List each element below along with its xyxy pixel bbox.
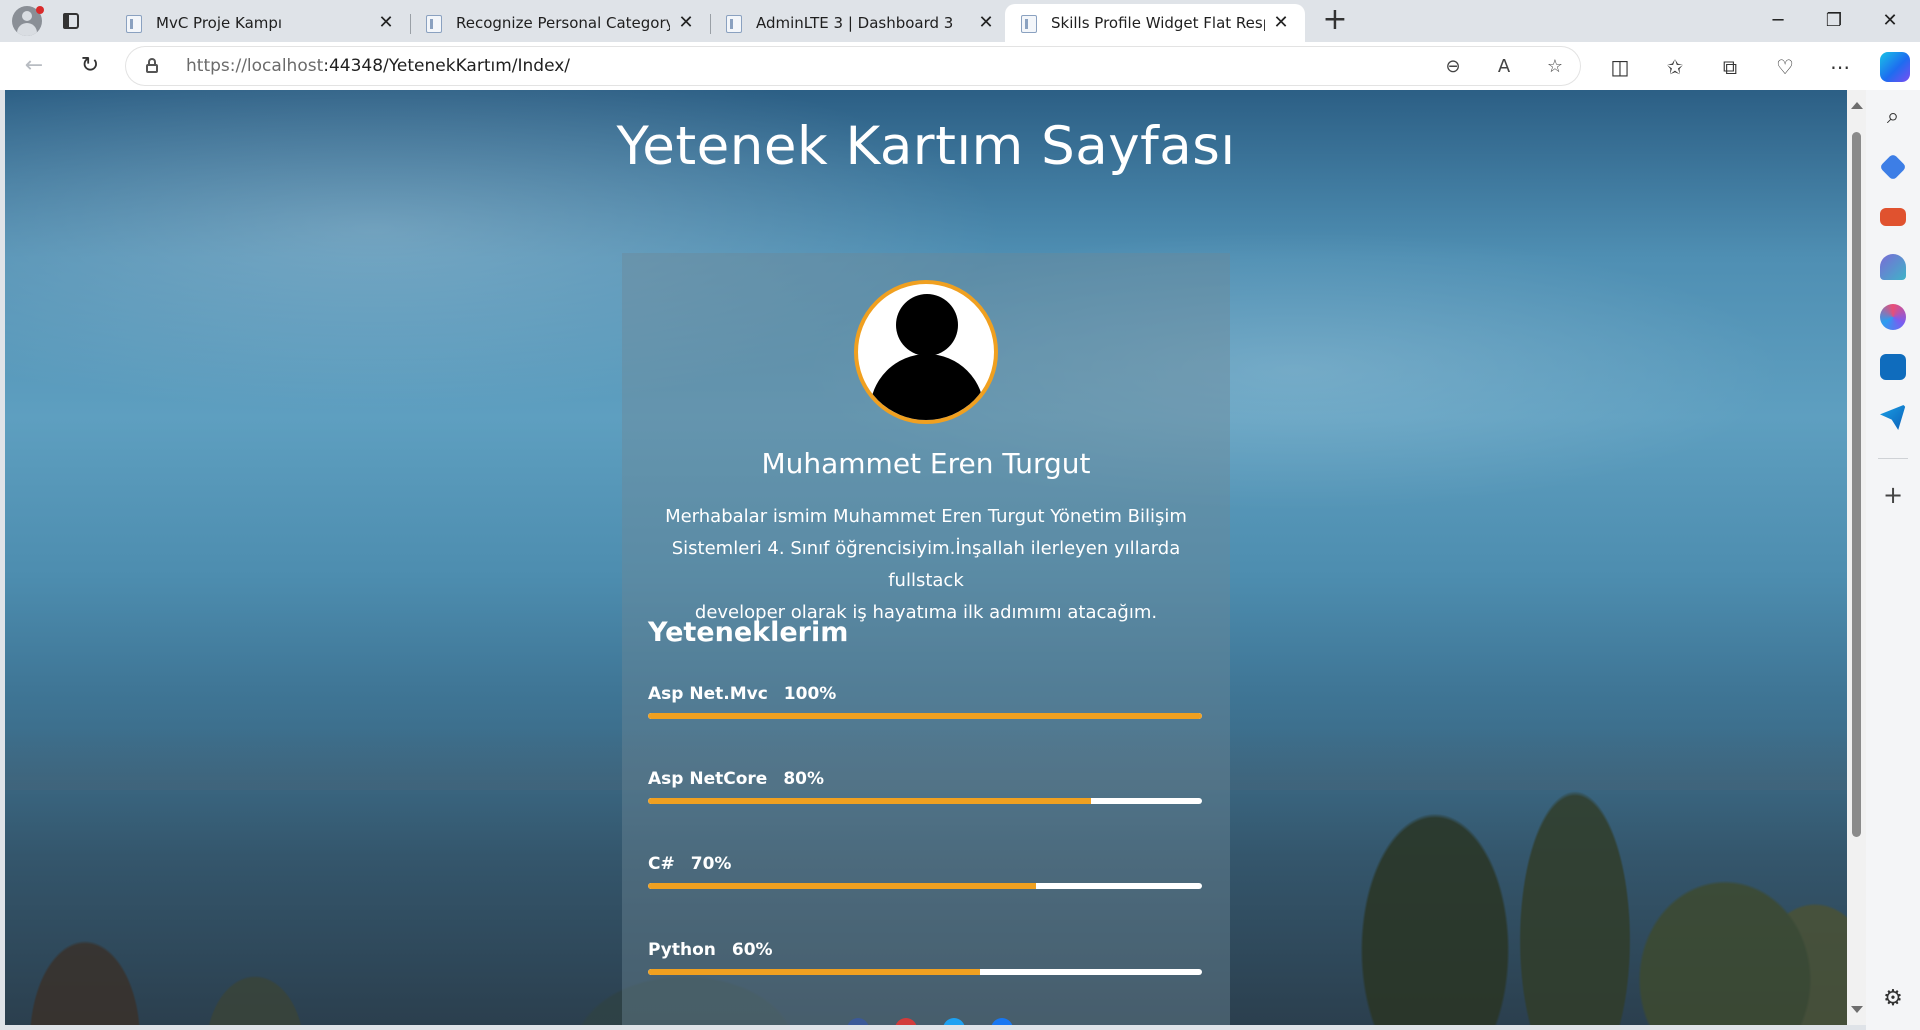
- skill-progress-fill: [648, 969, 981, 975]
- add-icon[interactable]: +: [1880, 482, 1906, 508]
- skill-item: Asp Net.Mvc 100%: [648, 684, 1202, 744]
- url-host: https://localhost: [186, 56, 324, 76]
- address-bar[interactable]: https://localhost:44348/YetenekKartım/In…: [126, 47, 1580, 85]
- skills-heading: Yeteneklerim: [648, 617, 849, 648]
- skill-name: C#: [648, 854, 675, 874]
- refresh-icon[interactable]: ↻: [74, 50, 106, 82]
- tab-actions-icon[interactable]: [60, 10, 82, 32]
- favorite-star-icon[interactable]: ☆: [1542, 54, 1568, 80]
- profile-name: Muhammet Eren Turgut: [761, 447, 1091, 480]
- skill-percent: 60%: [731, 940, 773, 960]
- page-favicon-icon: [126, 15, 142, 33]
- browser-essentials-icon[interactable]: ♡: [1770, 52, 1800, 82]
- avatar-body-shape: [870, 354, 984, 420]
- background-trees-left: [5, 850, 385, 1025]
- settings-icon[interactable]: ⚙: [1880, 986, 1906, 1012]
- read-aloud-icon[interactable]: A: [1491, 54, 1517, 80]
- url-path: :44348/YetenekKartım/Index/: [323, 56, 571, 76]
- tools-icon[interactable]: [1880, 208, 1906, 226]
- tab-skills-profile-widget[interactable]: Skills Profile Widget Flat Responsive ✕: [1005, 4, 1305, 42]
- new-tab-button[interactable]: +: [1320, 5, 1350, 36]
- minimize-button[interactable]: ─: [1750, 0, 1806, 42]
- send-icon[interactable]: [1880, 404, 1906, 430]
- back-icon[interactable]: ←: [18, 50, 50, 82]
- scroll-down-icon[interactable]: [1851, 1006, 1863, 1013]
- skill-progress-fill: [648, 798, 1092, 804]
- page-favicon-icon: [426, 15, 442, 33]
- profile-bio: Merhabalar ismim Muhammet Eren Turgut Yö…: [650, 501, 1202, 629]
- games-icon[interactable]: [1880, 254, 1906, 280]
- collections-icon[interactable]: ⧉: [1715, 52, 1745, 82]
- lock-icon[interactable]: [146, 58, 158, 73]
- browser-toolbar: ← ↻ https://localhost:44348/YetenekKartı…: [0, 42, 1920, 90]
- search-icon[interactable]: ⌕: [1880, 104, 1906, 130]
- copilot-icon[interactable]: [1880, 52, 1910, 82]
- skill-percent: 70%: [690, 854, 732, 874]
- profile-card: Muhammet Eren Turgut Merhabalar ismim Mu…: [622, 253, 1230, 1025]
- skill-progress-fill: [648, 713, 1202, 719]
- split-screen-icon[interactable]: ◫: [1605, 52, 1635, 82]
- skill-label: Asp NetCore 80%: [648, 769, 824, 789]
- skill-percent: 80%: [783, 769, 825, 789]
- office-icon[interactable]: [1880, 304, 1906, 330]
- tab-close-icon[interactable]: ✕: [976, 13, 996, 33]
- notification-dot: [36, 6, 44, 14]
- skill-item: Asp NetCore 80%: [648, 769, 1202, 829]
- skill-progress-track: [648, 713, 1202, 719]
- skill-progress-track: [648, 883, 1202, 889]
- bio-line: Merhabalar ismim Muhammet Eren Turgut Yö…: [665, 506, 1187, 527]
- lock-body: [146, 64, 158, 73]
- tab-title: AdminLTE 3 | Dashboard 3: [756, 14, 954, 32]
- tab-title: Skills Profile Widget Flat Responsive: [1051, 14, 1265, 32]
- favorites-icon[interactable]: ✩: [1660, 52, 1690, 82]
- page-title: Yetenek Kartım Sayfası: [616, 116, 1236, 177]
- skill-name: Asp Net.Mvc: [648, 684, 768, 704]
- page-scrollbar[interactable]: [1847, 90, 1866, 1025]
- skill-label: C# 70%: [648, 854, 731, 874]
- skill-item: C# 70%: [648, 854, 1202, 914]
- page-favicon-icon: [1021, 15, 1037, 33]
- skill-progress-track: [648, 969, 1202, 975]
- skill-item: Python 60%: [648, 940, 1202, 1000]
- skill-name: Python: [648, 940, 716, 960]
- skill-progress-track: [648, 798, 1202, 804]
- profile-head-shape: [22, 11, 32, 21]
- background-trees-right: [1255, 650, 1847, 1025]
- tab-close-icon[interactable]: ✕: [676, 13, 696, 33]
- tab-recognize-personal-category[interactable]: Recognize Personal Category Box ✕: [410, 4, 710, 42]
- tab-adminlte-dashboard[interactable]: AdminLTE 3 | Dashboard 3 ✕: [710, 4, 1010, 42]
- skill-percent: 100%: [783, 684, 837, 704]
- close-window-button[interactable]: ✕: [1862, 0, 1918, 42]
- avatar-icon: [854, 280, 998, 424]
- window-bottom-edge: [0, 1025, 1866, 1030]
- scroll-up-icon[interactable]: [1851, 102, 1863, 109]
- tab-mvc-proje-kampi[interactable]: MvC Proje Kampı ✕: [110, 4, 410, 42]
- skill-label: Asp Net.Mvc 100%: [648, 684, 836, 704]
- scroll-thumb[interactable]: [1852, 132, 1861, 837]
- skill-label: Python 60%: [648, 940, 773, 960]
- skill-name: Asp NetCore: [648, 769, 768, 789]
- sidebar-separator: [1878, 458, 1908, 459]
- tab-actions-bar: [63, 13, 69, 29]
- outlook-icon[interactable]: [1880, 354, 1906, 380]
- bio-line: Sistemleri 4. Sınıf öğrencisiyim.İnşalla…: [671, 538, 1181, 591]
- shopping-tag-icon[interactable]: [1879, 153, 1907, 181]
- tab-strip: MvC Proje Kampı ✕ Recognize Personal Cat…: [0, 0, 1920, 42]
- tab-close-icon[interactable]: ✕: [1271, 13, 1291, 33]
- skill-progress-fill: [648, 883, 1036, 889]
- zoom-out-icon[interactable]: ⊖: [1440, 54, 1466, 80]
- url-text[interactable]: https://localhost:44348/YetenekKartım/In…: [186, 56, 570, 76]
- page-favicon-icon: [726, 15, 742, 33]
- more-icon[interactable]: ⋯: [1825, 52, 1855, 82]
- edge-sidebar: ⌕ + ⚙: [1866, 90, 1920, 1030]
- tab-close-icon[interactable]: ✕: [376, 13, 396, 33]
- restore-button[interactable]: ❐: [1806, 0, 1862, 42]
- avatar-head-shape: [896, 294, 958, 356]
- profile-body-shape: [17, 23, 37, 36]
- page-viewport: Yetenek Kartım Sayfası Muhammet Eren Tur…: [5, 90, 1847, 1025]
- tab-title: MvC Proje Kampı: [156, 14, 283, 32]
- tab-title: Recognize Personal Category Box: [456, 14, 670, 32]
